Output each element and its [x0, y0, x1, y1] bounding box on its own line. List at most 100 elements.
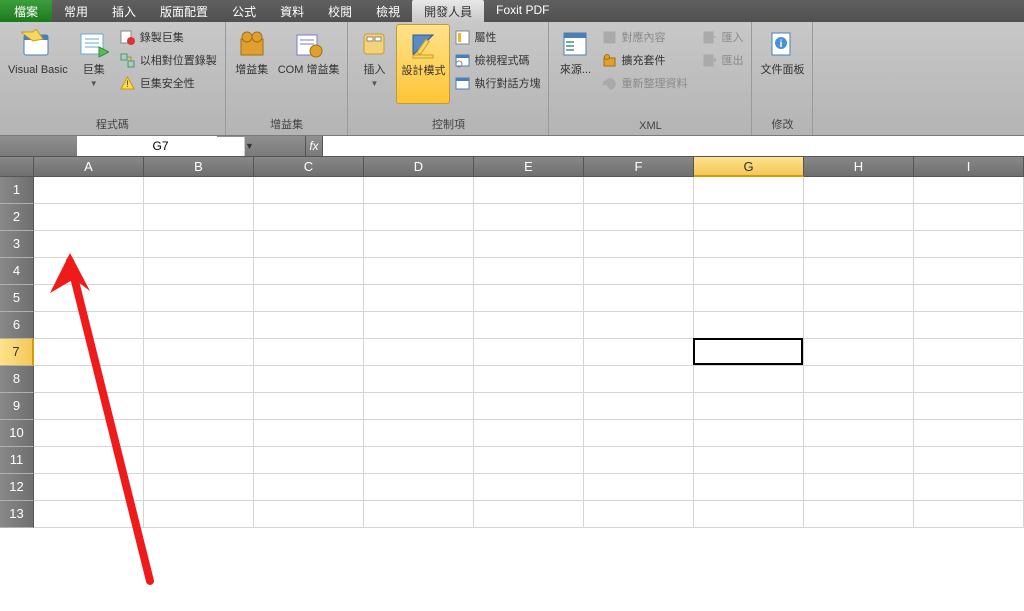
cell-I10[interactable]	[914, 420, 1024, 447]
cell-B8[interactable]	[144, 366, 254, 393]
row-header-8[interactable]: 8	[0, 366, 34, 393]
cell-C8[interactable]	[254, 366, 364, 393]
cell-B1[interactable]	[144, 177, 254, 204]
cell-C6[interactable]	[254, 312, 364, 339]
row-header-7[interactable]: 7	[0, 339, 34, 366]
cell-G7[interactable]	[694, 339, 804, 366]
cell-D7[interactable]	[364, 339, 474, 366]
cell-D6[interactable]	[364, 312, 474, 339]
row-header-3[interactable]: 3	[0, 231, 34, 258]
cell-G9[interactable]	[694, 393, 804, 420]
cell-A2[interactable]	[34, 204, 144, 231]
cell-H11[interactable]	[804, 447, 914, 474]
insert-control-button[interactable]: 插入 ▼	[352, 24, 396, 104]
cell-D1[interactable]	[364, 177, 474, 204]
cell-E7[interactable]	[474, 339, 584, 366]
cell-A10[interactable]	[34, 420, 144, 447]
cell-H7[interactable]	[804, 339, 914, 366]
cell-E9[interactable]	[474, 393, 584, 420]
cell-I13[interactable]	[914, 501, 1024, 528]
cell-F5[interactable]	[584, 285, 694, 312]
row-header-11[interactable]: 11	[0, 447, 34, 474]
cell-B2[interactable]	[144, 204, 254, 231]
cell-G8[interactable]	[694, 366, 804, 393]
cell-F6[interactable]	[584, 312, 694, 339]
cell-G12[interactable]	[694, 474, 804, 501]
cell-B5[interactable]	[144, 285, 254, 312]
cell-C1[interactable]	[254, 177, 364, 204]
row-header-5[interactable]: 5	[0, 285, 34, 312]
cell-F7[interactable]	[584, 339, 694, 366]
cell-I12[interactable]	[914, 474, 1024, 501]
cell-C11[interactable]	[254, 447, 364, 474]
cell-B3[interactable]	[144, 231, 254, 258]
formula-input[interactable]	[323, 136, 1024, 156]
document-panel-button[interactable]: i 文件面板	[756, 24, 808, 104]
cell-C9[interactable]	[254, 393, 364, 420]
cell-I11[interactable]	[914, 447, 1024, 474]
cell-C3[interactable]	[254, 231, 364, 258]
cell-I7[interactable]	[914, 339, 1024, 366]
design-mode-button[interactable]: 設計模式	[396, 24, 450, 104]
cell-B10[interactable]	[144, 420, 254, 447]
row-header-4[interactable]: 4	[0, 258, 34, 285]
row-header-1[interactable]: 1	[0, 177, 34, 204]
cell-G4[interactable]	[694, 258, 804, 285]
cells-area[interactable]	[34, 177, 1024, 528]
cell-D12[interactable]	[364, 474, 474, 501]
cell-D8[interactable]	[364, 366, 474, 393]
column-header-A[interactable]: A	[34, 157, 144, 177]
cell-A3[interactable]	[34, 231, 144, 258]
cell-E10[interactable]	[474, 420, 584, 447]
column-header-I[interactable]: I	[914, 157, 1024, 177]
cell-H13[interactable]	[804, 501, 914, 528]
cell-E11[interactable]	[474, 447, 584, 474]
row-header-9[interactable]: 9	[0, 393, 34, 420]
tab-插入[interactable]: 插入	[100, 0, 148, 22]
map-properties-button[interactable]: 對應內容	[597, 26, 691, 48]
row-header-13[interactable]: 13	[0, 501, 34, 528]
cell-A4[interactable]	[34, 258, 144, 285]
column-header-G[interactable]: G	[694, 157, 804, 177]
cell-F1[interactable]	[584, 177, 694, 204]
addins-button[interactable]: 增益集	[230, 24, 274, 104]
tab-Foxit PDF[interactable]: Foxit PDF	[484, 0, 561, 22]
tab-開發人員[interactable]: 開發人員	[412, 0, 484, 22]
export-button[interactable]: 匯出	[697, 49, 747, 71]
cell-D5[interactable]	[364, 285, 474, 312]
cell-C7[interactable]	[254, 339, 364, 366]
cell-G3[interactable]	[694, 231, 804, 258]
fx-button[interactable]: fx	[305, 136, 323, 156]
macros-button[interactable]: 巨集 ▼	[72, 24, 116, 104]
column-header-C[interactable]: C	[254, 157, 364, 177]
cell-A6[interactable]	[34, 312, 144, 339]
run-dialog-button[interactable]: 執行對話方塊	[450, 72, 544, 94]
cell-D10[interactable]	[364, 420, 474, 447]
cell-I4[interactable]	[914, 258, 1024, 285]
cell-B11[interactable]	[144, 447, 254, 474]
cell-E1[interactable]	[474, 177, 584, 204]
column-header-F[interactable]: F	[584, 157, 694, 177]
cell-E12[interactable]	[474, 474, 584, 501]
cell-C12[interactable]	[254, 474, 364, 501]
refresh-data-button[interactable]: 重新整理資料	[597, 72, 691, 94]
cell-H12[interactable]	[804, 474, 914, 501]
row-header-2[interactable]: 2	[0, 204, 34, 231]
cell-F9[interactable]	[584, 393, 694, 420]
cell-I2[interactable]	[914, 204, 1024, 231]
cell-F4[interactable]	[584, 258, 694, 285]
cell-G1[interactable]	[694, 177, 804, 204]
cell-I5[interactable]	[914, 285, 1024, 312]
name-box[interactable]: ▼	[77, 136, 217, 156]
cell-I3[interactable]	[914, 231, 1024, 258]
cell-G10[interactable]	[694, 420, 804, 447]
cell-F8[interactable]	[584, 366, 694, 393]
cell-H4[interactable]	[804, 258, 914, 285]
import-button[interactable]: 匯入	[697, 26, 747, 48]
tab-校閱[interactable]: 校閱	[316, 0, 364, 22]
cell-I9[interactable]	[914, 393, 1024, 420]
cell-D2[interactable]	[364, 204, 474, 231]
cell-B4[interactable]	[144, 258, 254, 285]
cell-F12[interactable]	[584, 474, 694, 501]
cell-I6[interactable]	[914, 312, 1024, 339]
